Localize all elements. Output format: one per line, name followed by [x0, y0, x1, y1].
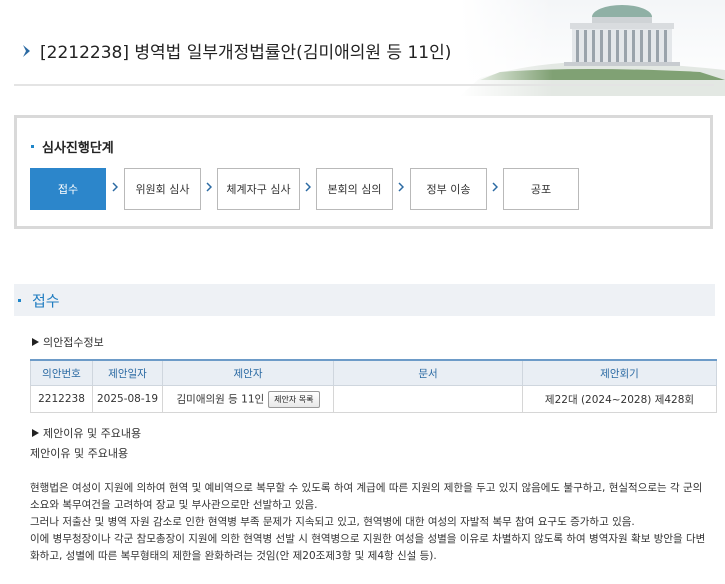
progress-stage-box: 심사진행단계 접수 위원회 심사 체계자구 심사 본회의 심의 정부 이송 공포 [14, 115, 713, 229]
bullet-icon [31, 145, 34, 148]
receipt-info-heading: 의안접수정보 [32, 334, 104, 350]
reason-label: 제안이유 및 주요내용 [30, 447, 129, 460]
triangle-right-icon [32, 338, 39, 346]
table-header-row: 의안번호 제안일자 제안자 문서 제안회기 [30, 359, 717, 386]
section-title: 접수 [32, 292, 60, 310]
section-header-receipt: 접수 [14, 284, 715, 316]
step-promulgation[interactable]: 공포 [503, 168, 579, 210]
reason-paragraph: 현행법은 여성이 지원에 의하여 현역 및 예비역으로 복무할 수 있도록 하여… [30, 482, 703, 511]
reason-paragraph: 이에 병무청장이나 각군 참모총장이 지원에 의한 현역병 선발 시 현역병으로… [30, 533, 706, 562]
title-arrow-icon [23, 45, 30, 57]
reason-heading: 제안이유 및 주요내용 [32, 425, 141, 441]
step-receipt[interactable]: 접수 [30, 168, 106, 210]
chevron-right-icon [398, 182, 404, 192]
column-header: 의안번호 [30, 359, 93, 386]
bill-number-cell: 2212238 [30, 385, 93, 413]
reason-paragraph: 그러나 저출산 및 병역 자원 감소로 인한 현역병 부족 문제가 지속되고 있… [30, 516, 635, 528]
bill-info-table: 의안번호 제안일자 제안자 문서 제안회기 2212238 2025-08-19… [30, 359, 717, 413]
session-cell: 제22대 (2024~2028) 제428회 [522, 385, 717, 413]
step-government-transfer[interactable]: 정부 이송 [410, 168, 487, 210]
stage-heading-label: 심사진행단계 [42, 141, 114, 156]
reason-heading-label: 제안이유 및 주요내용 [43, 427, 142, 440]
proposer-list-button[interactable]: 제안자 목록 [268, 390, 320, 408]
chevron-right-icon [112, 182, 118, 192]
proposer-cell: 김미애의원 등 11인 제안자 목록 [162, 385, 334, 413]
national-assembly-building-image [460, 0, 725, 96]
step-legal-review[interactable]: 체계자구 심사 [217, 168, 300, 210]
table-row: 2212238 2025-08-19 김미애의원 등 11인 제안자 목록 제22… [30, 385, 717, 413]
chevron-right-icon [492, 182, 498, 192]
step-committee-review[interactable]: 위원회 심사 [124, 168, 201, 210]
reason-body: 현행법은 여성이 지원에 의하여 현역 및 예비역으로 복무할 수 있도록 하여… [30, 480, 712, 565]
proposer-name: 김미애의원 등 11인 [176, 393, 265, 405]
receipt-info-label: 의안접수정보 [43, 336, 104, 349]
column-header: 문서 [333, 359, 523, 386]
column-header: 제안회기 [522, 359, 717, 386]
chevron-right-icon [305, 182, 311, 192]
document-cell [333, 385, 523, 413]
stage-heading: 심사진행단계 [31, 137, 114, 156]
step-plenary-deliberation[interactable]: 본회의 심의 [316, 168, 393, 210]
column-header: 제안자 [162, 359, 334, 386]
header-divider [14, 84, 714, 86]
page-title: [2212238] 병역법 일부개정법률안(김미애의원 등 11인) [40, 43, 452, 63]
proposal-date-cell: 2025-08-19 [92, 385, 163, 413]
column-header: 제안일자 [92, 359, 163, 386]
page-header: [2212238] 병역법 일부개정법률안(김미애의원 등 11인) [0, 0, 725, 96]
triangle-right-icon [32, 429, 39, 437]
chevron-right-icon [206, 182, 212, 192]
bullet-icon [18, 299, 21, 302]
